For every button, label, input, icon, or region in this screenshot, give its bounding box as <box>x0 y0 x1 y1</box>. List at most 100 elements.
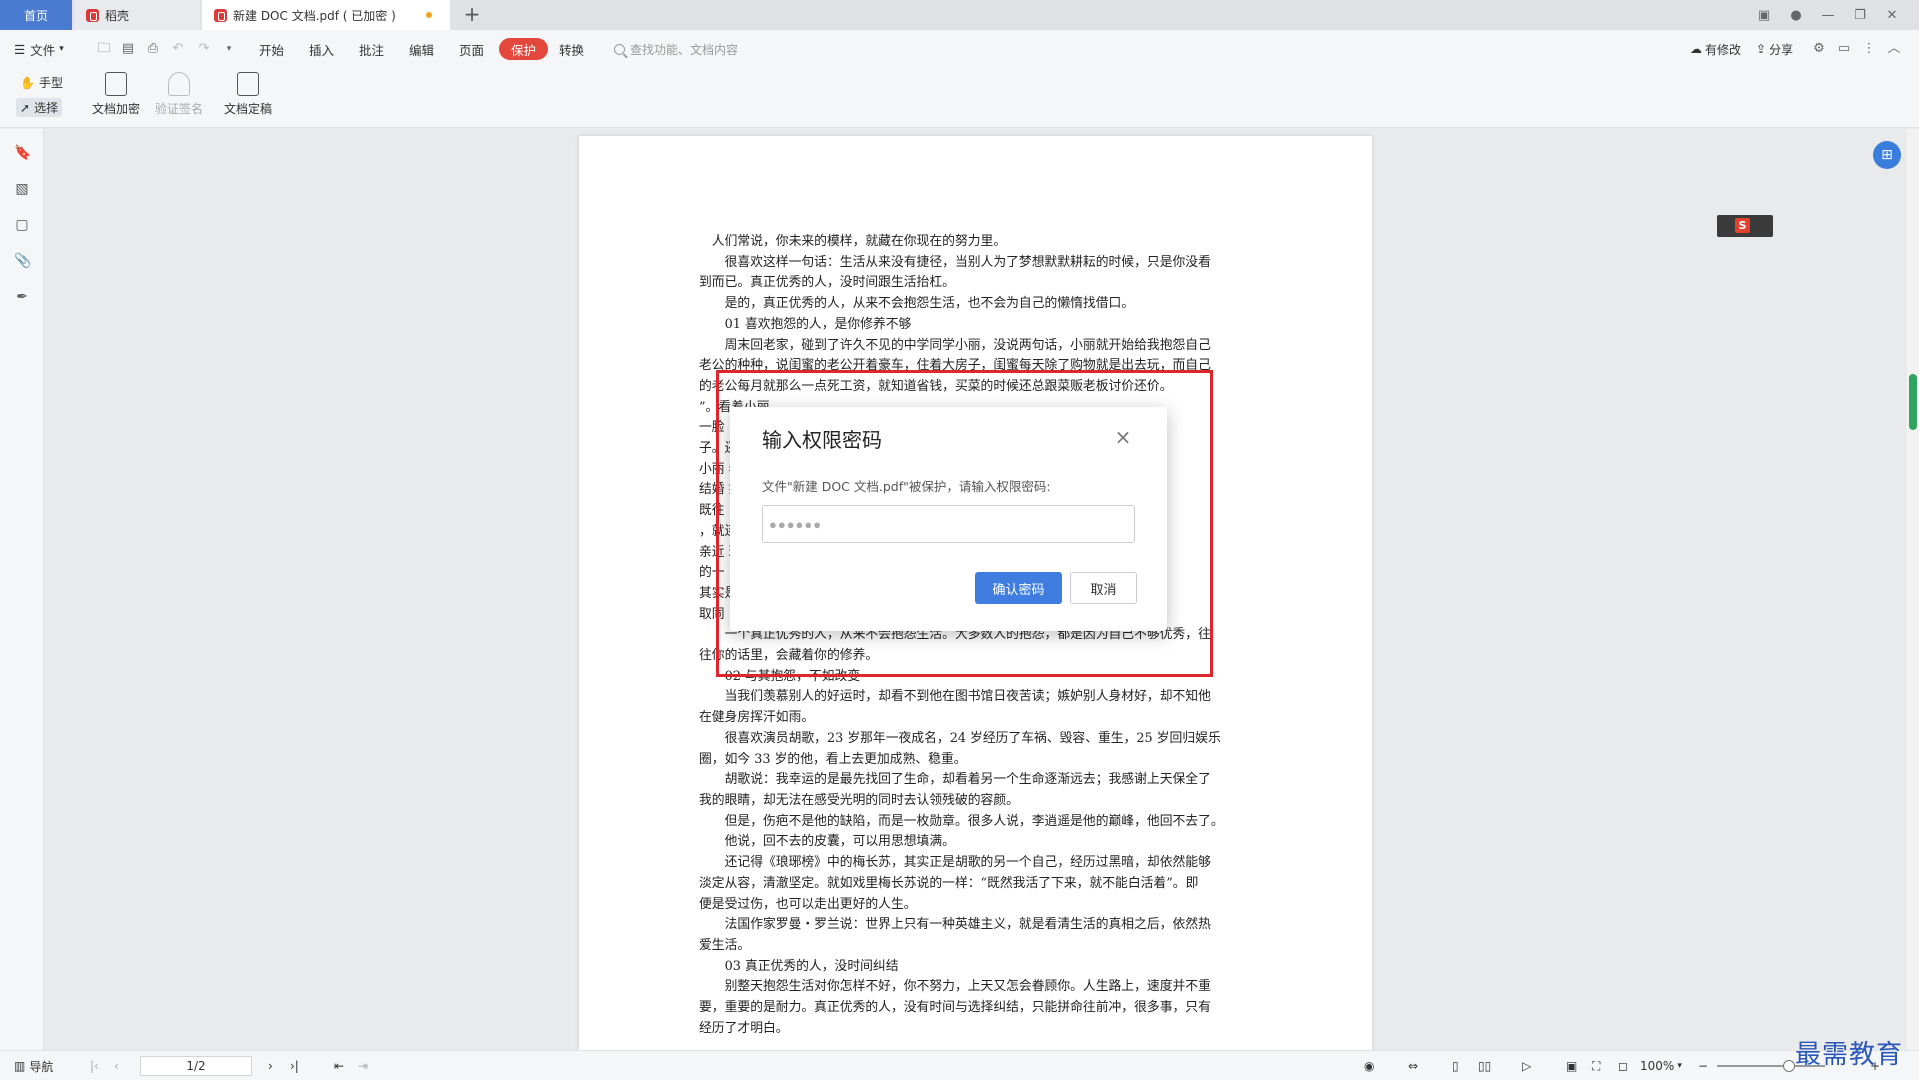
menu-convert[interactable]: 转换 <box>559 30 584 68</box>
modified-label: 有修改 <box>1705 42 1742 57</box>
chevron-down-icon: ▾ <box>1677 1061 1682 1071</box>
menu-protect[interactable]: 保护 <box>499 38 549 60</box>
text-line: 是的，真正优秀的人，从来不会抱怨生活，也不会为自己的懒惰找借口。 <box>724 296 1135 312</box>
layout-icon[interactable]: ▣ <box>1748 8 1780 23</box>
text-line: 别整天抱怨生活对你怎样不好，你不努力，上天又怎会眷顾你。人生路上，速度并不重 <box>724 979 1211 995</box>
zoom-out-icon[interactable]: − <box>1698 1051 1708 1080</box>
floating-tool-button[interactable]: ⊞ <box>1873 141 1901 169</box>
document-finalize-label: 文档定稿 <box>223 102 272 116</box>
modified-status[interactable]: ☁ 有修改 <box>1690 30 1741 68</box>
hand-tool-label: 手型 <box>38 76 63 90</box>
navigation-toggle[interactable]: ▥ 导航 <box>14 1051 53 1080</box>
select-tool[interactable]: ➚ 选择 <box>16 98 63 117</box>
password-input[interactable] <box>762 505 1135 543</box>
text-line: 圈，如今 33 岁的他，看上去更加成熟、稳重。 <box>699 751 967 767</box>
sign-icon[interactable]: ✒ <box>14 289 30 305</box>
document-encrypt-label: 文档加密 <box>91 102 140 116</box>
cancel-button[interactable]: 取消 <box>1070 572 1137 604</box>
text-line: 当我们羡慕别人的好运时，却看不到他在图书馆日夜苦读；嫉妒别人身材好，却不知他 <box>724 689 1211 705</box>
avatar[interactable]: ● <box>1780 8 1812 23</box>
scrollbar-thumb[interactable] <box>1909 374 1917 430</box>
tab-wps[interactable]: 稻壳 <box>74 0 200 30</box>
text-line: 很喜欢这样一句话：生活从来没有捷径，当别人为了梦想默默耕耘的时候，只是你没看 <box>724 254 1211 270</box>
fit-page-icon[interactable]: ⛶ <box>1592 1051 1600 1080</box>
annotation-icon[interactable]: ▢ <box>14 217 30 233</box>
page-number-input[interactable]: 1/2 <box>140 1056 252 1076</box>
tab-bar: 首页 稻壳 新建 DOC 文档.pdf ( 已加密 ) + ▣ ● — ❐ ✕ <box>0 0 1919 30</box>
double-page-icon[interactable]: ▯▯ <box>1478 1051 1491 1080</box>
prev-page-icon[interactable]: ‹ <box>114 1051 119 1080</box>
text-line: 我的眼睛，却无法在感受光明的同时去认领残破的容颜。 <box>699 792 1019 808</box>
zoom-level-select[interactable]: 100% ▾ <box>1640 1051 1682 1080</box>
collapse-ribbon-icon[interactable]: ︿ <box>1886 42 1902 56</box>
text-line: 便是受过伤，也可以走出更好的人生。 <box>699 896 917 912</box>
text-line: 但是，伤疤不是他的缺陷，而是一枚勋章。很多人说，李逍遥是他的巅峰，他回不去了。 <box>724 813 1224 829</box>
eye-protect-icon[interactable]: ◉ <box>1364 1051 1374 1080</box>
search-placeholder: 查找功能、文档内容 <box>630 42 739 57</box>
zoom-slider-knob[interactable] <box>1783 1060 1795 1072</box>
menu-insert[interactable]: 插入 <box>309 30 334 68</box>
file-menu[interactable]: ☰ 文件 ▾ <box>14 30 64 68</box>
forward-icon[interactable]: ⇥ <box>358 1051 368 1080</box>
page-size-icon[interactable]: ◻ <box>1618 1051 1628 1080</box>
thumbnail-icon[interactable]: ▧ <box>14 181 30 197</box>
attachment-icon[interactable]: 📎 <box>14 253 31 269</box>
dialog-message: 文件"新建 DOC 文档.pdf"被保护，请输入权限密码: <box>762 479 1051 494</box>
share-button[interactable]: ⇪ 分享 <box>1756 30 1793 68</box>
print-icon[interactable]: ⎙ <box>145 42 161 56</box>
menu-start[interactable]: 开始 <box>259 30 284 68</box>
hand-tool[interactable]: ✋ 手型 <box>20 74 63 91</box>
text-line: 周末回老家，碰到了许久不见的中学同学小丽，没说两句话，小丽就开始给我抱怨自己 <box>724 337 1211 353</box>
single-page-icon[interactable]: ▯ <box>1452 1051 1459 1080</box>
text-line: 要，重要的是耐力。真正优秀的人，没有时间与选择纠结，只能拼命往前冲，很多事，只有 <box>699 1000 1211 1016</box>
last-page-icon[interactable]: ›| <box>290 1051 299 1080</box>
next-page-icon[interactable]: › <box>268 1051 273 1080</box>
signature-pen-icon <box>168 72 190 96</box>
restore-icon[interactable]: ❐ <box>1844 8 1876 23</box>
menu-comment[interactable]: 批注 <box>359 30 384 68</box>
close-icon[interactable]: ✕ <box>1876 8 1908 23</box>
ime-toolbar[interactable]: S <box>1717 215 1773 237</box>
document-check-icon <box>237 72 259 96</box>
share-label: 分享 <box>1769 42 1794 57</box>
menu-bar: ☰ 文件 ▾ 🗀 ▤ ⎙ ↶ ↷ ▾ 开始 插入 批注 编辑 页面 保护 转换 … <box>0 30 1919 68</box>
save-icon[interactable]: ▤ <box>120 42 136 56</box>
open-folder-icon[interactable]: 🗀 <box>96 42 112 56</box>
tab-home[interactable]: 首页 <box>0 0 72 30</box>
confirm-password-button[interactable]: 确认密码 <box>975 572 1062 604</box>
first-page-icon[interactable]: |‹ <box>90 1051 99 1080</box>
more-options-icon[interactable]: ⋮ <box>1861 42 1877 56</box>
text-line: 他说，回不去的皮囊，可以用思想填满。 <box>724 834 955 850</box>
window-controls: ▣ ● — ❐ ✕ <box>1748 0 1908 30</box>
ribbon-protect: ✋ 手型 ➚ 选择 文档加密 验证签名 文档定稿 <box>0 68 1919 128</box>
fit-width-icon[interactable]: ⇔ <box>1408 1051 1418 1080</box>
dialog-close-icon[interactable]: × <box>1113 427 1133 447</box>
verify-signature-label: 验证签名 <box>154 102 203 116</box>
new-tab-button[interactable]: + <box>460 3 484 27</box>
cloud-icon: ☁ <box>1690 42 1702 56</box>
menu-edit[interactable]: 编辑 <box>409 30 434 68</box>
watermark-text: 最需教育 <box>1795 1040 1904 1070</box>
bookmark-icon[interactable]: 🔖 <box>14 145 31 161</box>
text-line: 爱生活。 <box>699 937 751 953</box>
play-icon[interactable]: ▷ <box>1522 1051 1531 1080</box>
nav-panel-icon: ▥ <box>14 1059 26 1073</box>
vertical-scrollbar[interactable] <box>1907 129 1919 1050</box>
back-icon[interactable]: ⇤ <box>334 1051 344 1080</box>
tab-document[interactable]: 新建 DOC 文档.pdf ( 已加密 ) <box>202 0 450 30</box>
comment-bubble-icon[interactable]: ▭ <box>1836 42 1852 56</box>
navigation-label: 导航 <box>29 1059 54 1074</box>
actual-size-icon[interactable]: ▣ <box>1566 1051 1577 1080</box>
menu-page[interactable]: 页面 <box>459 30 484 68</box>
more-dropdown-icon[interactable]: ▾ <box>221 42 237 56</box>
settings-icon[interactable]: ⚙ <box>1811 42 1827 56</box>
minimize-icon[interactable]: — <box>1812 8 1844 23</box>
feature-search[interactable]: 查找功能、文档内容 <box>614 39 738 59</box>
document-encrypt-button[interactable]: 文档加密 <box>86 72 146 117</box>
verify-signature-button[interactable]: 验证签名 <box>149 72 209 117</box>
chevron-down-icon: ▾ <box>59 44 64 54</box>
document-finalize-button[interactable]: 文档定稿 <box>218 72 278 117</box>
redo-icon[interactable]: ↷ <box>196 42 212 56</box>
undo-icon[interactable]: ↶ <box>170 42 186 56</box>
dialog-title: 输入权限密码 <box>762 428 882 452</box>
